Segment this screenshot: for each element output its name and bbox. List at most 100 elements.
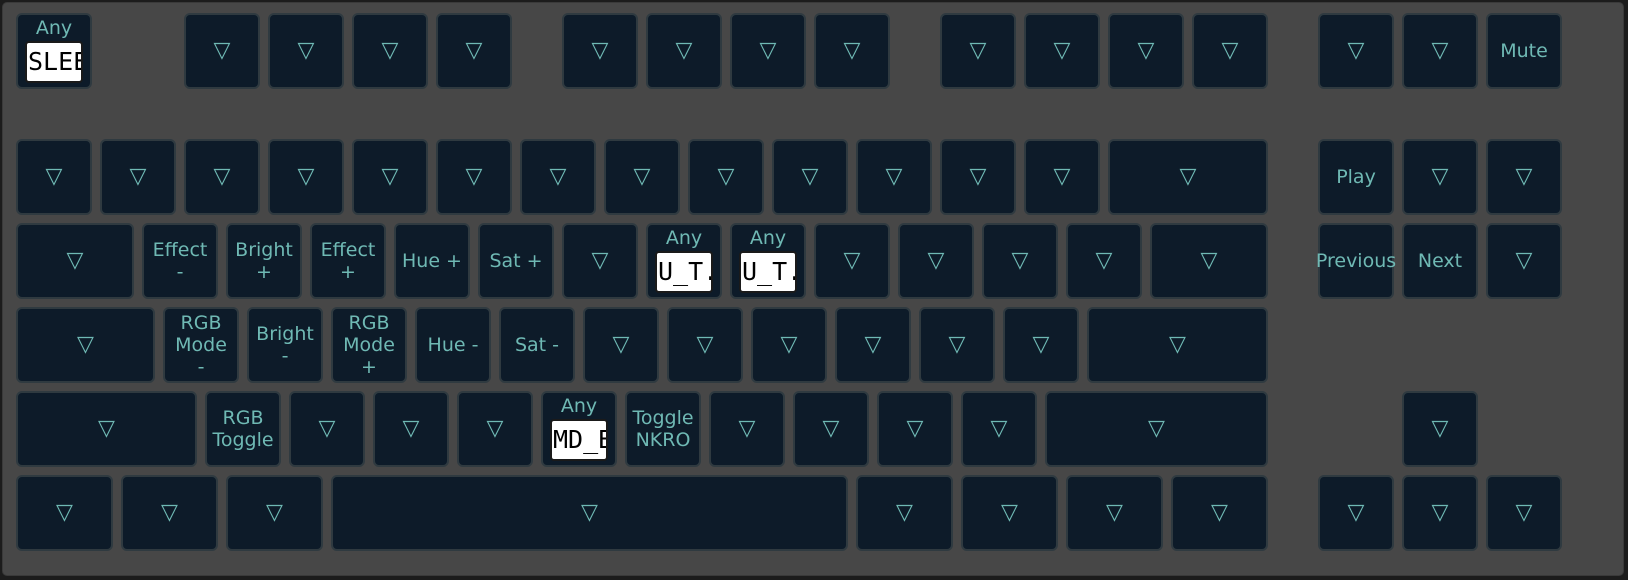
key-n[interactable]: Toggle NKRO <box>625 391 701 467</box>
key-t[interactable]: Sat + <box>478 223 554 299</box>
key-n3[interactable]: ▽ <box>268 139 344 215</box>
key-backspace[interactable]: ▽ <box>1108 139 1268 215</box>
key-f10[interactable]: ▽ <box>1024 13 1100 89</box>
key-q[interactable]: Effect - <box>142 223 218 299</box>
key-next[interactable]: Next <box>1402 223 1478 299</box>
key-h[interactable]: ▽ <box>583 307 659 383</box>
key-n0[interactable]: ▽ <box>856 139 932 215</box>
key-o[interactable]: ▽ <box>814 223 890 299</box>
key-prtsc[interactable]: ▽ <box>1318 13 1394 89</box>
keycode-input[interactable]: MD_BOOT <box>550 418 608 461</box>
key-play[interactable]: Play <box>1318 139 1394 215</box>
key-d[interactable]: RGB Mode + <box>331 307 407 383</box>
key-p[interactable]: ▽ <box>898 223 974 299</box>
key-semicolon[interactable]: ▽ <box>919 307 995 383</box>
key-lalt[interactable]: ▽ <box>226 475 323 551</box>
keycode-input[interactable]: U_T. <box>739 250 797 293</box>
key-enter[interactable]: ▽ <box>1087 307 1268 383</box>
key-f7[interactable]: ▽ <box>730 13 806 89</box>
key-left[interactable]: ▽ <box>1318 475 1394 551</box>
key-quote[interactable]: ▽ <box>1003 307 1079 383</box>
key-a[interactable]: RGB Mode - <box>163 307 239 383</box>
keycode-input[interactable]: SLEEP <box>25 40 83 83</box>
key-b[interactable]: AnyMD_BOOT <box>541 391 617 467</box>
key-minus[interactable]: ▽ <box>940 139 1016 215</box>
key-r[interactable]: Hue + <box>394 223 470 299</box>
transparent-icon: ▽ <box>906 416 924 441</box>
transparent-icon: ▽ <box>990 416 1008 441</box>
key-i[interactable]: Any U_T. <box>730 223 806 299</box>
key-grave[interactable]: ▽ <box>16 139 92 215</box>
key-n9[interactable]: ▽ <box>772 139 848 215</box>
key-fn[interactable]: ▽ <box>961 475 1058 551</box>
key-label: Toggle NKRO <box>632 407 694 451</box>
key-home[interactable]: ▽ <box>1402 139 1478 215</box>
key-scrlk[interactable]: ▽ <box>1402 13 1478 89</box>
key-lctrl[interactable]: ▽ <box>16 475 113 551</box>
key-n6[interactable]: ▽ <box>520 139 596 215</box>
key-f11[interactable]: ▽ <box>1108 13 1184 89</box>
key-rbracket[interactable]: ▽ <box>1066 223 1142 299</box>
key-f9[interactable]: ▽ <box>940 13 1016 89</box>
key-caps[interactable]: ▽ <box>16 307 155 383</box>
key-period[interactable]: ▽ <box>877 391 953 467</box>
key-lshift[interactable]: ▽ <box>16 391 197 467</box>
transparent-icon: ▽ <box>297 164 315 189</box>
key-n2[interactable]: ▽ <box>184 139 260 215</box>
key-label: Mute <box>1500 40 1548 62</box>
key-u[interactable]: Any U_T. <box>646 223 722 299</box>
key-n1[interactable]: ▽ <box>100 139 176 215</box>
key-ralt[interactable]: ▽ <box>856 475 953 551</box>
key-n7[interactable]: ▽ <box>604 139 680 215</box>
key-f3[interactable]: ▽ <box>352 13 428 89</box>
key-rctrl[interactable]: ▽ <box>1171 475 1268 551</box>
key-y[interactable]: ▽ <box>562 223 638 299</box>
keycode-input[interactable]: U_T. <box>655 250 713 293</box>
key-lbracket[interactable]: ▽ <box>982 223 1058 299</box>
key-j[interactable]: ▽ <box>667 307 743 383</box>
transparent-icon: ▽ <box>486 416 504 441</box>
transparent-icon: ▽ <box>56 500 73 525</box>
key-pgdn[interactable]: ▽ <box>1486 223 1562 299</box>
key-lgui[interactable]: ▽ <box>121 475 218 551</box>
key-v[interactable]: ▽ <box>457 391 533 467</box>
key-c[interactable]: ▽ <box>373 391 449 467</box>
key-x[interactable]: ▽ <box>289 391 365 467</box>
any-label: Any <box>560 394 598 417</box>
key-menu[interactable]: ▽ <box>1066 475 1163 551</box>
key-l[interactable]: ▽ <box>835 307 911 383</box>
key-slash[interactable]: ▽ <box>961 391 1037 467</box>
key-e[interactable]: Effect + <box>310 223 386 299</box>
key-n5[interactable]: ▽ <box>436 139 512 215</box>
key-space[interactable]: ▽ <box>331 475 848 551</box>
key-f6[interactable]: ▽ <box>646 13 722 89</box>
transparent-icon: ▽ <box>1106 500 1123 525</box>
key-n4[interactable]: ▽ <box>352 139 428 215</box>
key-previous[interactable]: Previous <box>1316 223 1396 299</box>
key-g[interactable]: Sat - <box>499 307 575 383</box>
key-f4[interactable]: ▽ <box>436 13 512 89</box>
key-n8[interactable]: ▽ <box>688 139 764 215</box>
key-mute[interactable]: Mute <box>1486 13 1562 89</box>
key-equal[interactable]: ▽ <box>1024 139 1100 215</box>
key-comma[interactable]: ▽ <box>793 391 869 467</box>
key-backslash[interactable]: ▽ <box>1150 223 1268 299</box>
key-z[interactable]: RGB Toggle <box>205 391 281 467</box>
key-f8[interactable]: ▽ <box>814 13 890 89</box>
key-f[interactable]: Hue - <box>415 307 491 383</box>
key-m[interactable]: ▽ <box>709 391 785 467</box>
key-rshift[interactable]: ▽ <box>1045 391 1268 467</box>
key-f5[interactable]: ▽ <box>562 13 638 89</box>
key-f2[interactable]: ▽ <box>268 13 344 89</box>
key-tab[interactable]: ▽ <box>16 223 134 299</box>
key-k[interactable]: ▽ <box>751 307 827 383</box>
key-s[interactable]: Bright - <box>247 307 323 383</box>
key-pgup[interactable]: ▽ <box>1486 139 1562 215</box>
key-f1[interactable]: ▽ <box>184 13 260 89</box>
key-up[interactable]: ▽ <box>1402 391 1478 467</box>
key-down[interactable]: ▽ <box>1402 475 1478 551</box>
key-esc[interactable]: AnySLEEP <box>16 13 92 89</box>
key-right[interactable]: ▽ <box>1486 475 1562 551</box>
key-w[interactable]: Bright + <box>226 223 302 299</box>
key-f12[interactable]: ▽ <box>1192 13 1268 89</box>
